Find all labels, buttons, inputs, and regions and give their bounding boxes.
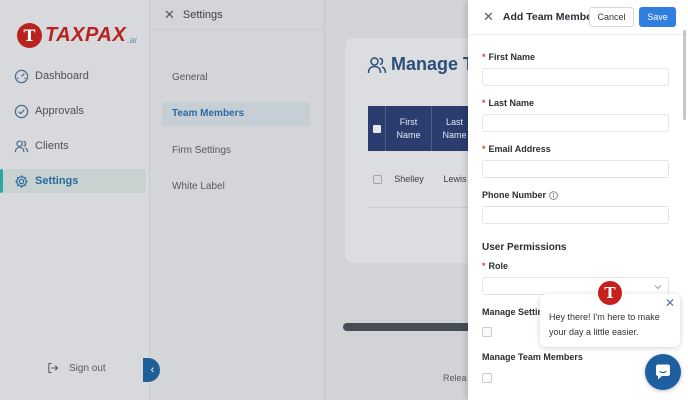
table-row[interactable]: Shelley Lewis xyxy=(368,151,468,208)
page-title-text: Manage T xyxy=(391,54,468,74)
table-cell: Lewis xyxy=(443,174,467,184)
close-icon[interactable]: ✕ xyxy=(164,7,175,23)
sidebar-item-dashboard[interactable]: Dashboard xyxy=(3,64,146,88)
select-all-checkbox[interactable] xyxy=(368,106,386,151)
required-mark: * xyxy=(482,52,486,62)
settings-item-general[interactable]: General xyxy=(162,65,310,89)
sign-out-label: Sign out xyxy=(69,362,106,374)
settings-item-white-label[interactable]: White Label xyxy=(162,175,310,199)
column-header[interactable]: First Name xyxy=(386,106,432,151)
first-name-input[interactable] xyxy=(482,68,669,86)
email-label: * Email Address xyxy=(482,144,551,154)
role-select[interactable] xyxy=(482,277,669,295)
sidebar-item-approvals[interactable]: Approvals xyxy=(3,99,146,123)
email-input[interactable] xyxy=(482,160,669,178)
manage-team-members-checkbox[interactable] xyxy=(482,373,492,383)
user-permissions-title: User Permissions xyxy=(482,242,567,253)
page-title: Manage T xyxy=(367,54,468,75)
phone-label: Phone Number xyxy=(482,190,558,200)
logo-text: TAXPAX xyxy=(45,24,127,46)
email-label-text: Email Address xyxy=(488,144,551,154)
row-checkbox[interactable] xyxy=(368,174,386,184)
manage-settings-label: Manage Settin xyxy=(482,307,544,317)
sidebar-item-clients[interactable]: Clients xyxy=(3,134,146,158)
chat-icon xyxy=(656,364,670,380)
settings-header: ✕ Settings xyxy=(150,0,324,30)
users-icon xyxy=(367,56,387,73)
check-circle-icon xyxy=(14,104,29,118)
main-content: Manage T First Name Last Name Shelley Le… xyxy=(325,0,468,400)
required-mark: * xyxy=(482,98,486,108)
close-icon[interactable]: ✕ xyxy=(665,296,675,311)
chat-avatar: T xyxy=(596,279,624,307)
last-name-input[interactable] xyxy=(482,114,669,132)
cancel-button[interactable]: Cancel xyxy=(589,7,634,27)
settings-item-firm-settings[interactable]: Firm Settings xyxy=(162,138,310,162)
dashboard-icon xyxy=(14,69,29,83)
chat-launcher-button[interactable] xyxy=(645,354,681,390)
first-name-label: * First Name xyxy=(482,52,535,62)
role-label-text: Role xyxy=(488,261,509,271)
gear-icon xyxy=(15,174,28,188)
phone-input[interactable] xyxy=(482,206,669,224)
sidebar-item-label: Approvals xyxy=(35,105,84,117)
table-cell: Shelley xyxy=(394,174,424,184)
save-button[interactable]: Save xyxy=(639,7,676,27)
column-header[interactable]: Last Name xyxy=(432,106,468,151)
last-name-label-text: Last Name xyxy=(488,98,535,108)
sidebar-item-settings[interactable]: Settings xyxy=(0,169,146,193)
sidebar-item-label: Settings xyxy=(35,175,79,187)
role-label: * Role xyxy=(482,261,508,271)
drawer-title: Add Team Member xyxy=(502,11,597,23)
manage-settings-checkbox[interactable] xyxy=(482,327,492,337)
chevron-down-icon xyxy=(654,285,662,290)
logo-badge: T xyxy=(17,23,42,48)
team-members-card: Manage T First Name Last Name Shelley Le… xyxy=(345,38,468,263)
info-icon[interactable] xyxy=(549,190,558,200)
settings-title: Settings xyxy=(182,8,223,21)
sign-out-icon xyxy=(48,362,59,374)
sidebar-item-label: Dashboard xyxy=(35,70,89,82)
first-name-label-text: First Name xyxy=(488,52,536,62)
horizontal-scrollbar[interactable] xyxy=(343,323,468,331)
logo-suffix: .ai xyxy=(127,34,137,45)
team-table: First Name Last Name Shelley Lewis xyxy=(368,106,468,208)
sign-out-button[interactable]: Sign out xyxy=(47,362,106,374)
required-mark: * xyxy=(482,144,486,154)
settings-item-team-members[interactable]: Team Members xyxy=(162,101,310,126)
taxpax-logo[interactable]: T TAXPAX .ai xyxy=(17,23,137,48)
release-text: Relea xyxy=(443,373,467,383)
required-mark: * xyxy=(482,261,486,271)
drawer-header: ✕ Add Team Member Cancel Save xyxy=(468,0,688,35)
table-header: First Name Last Name xyxy=(368,106,468,151)
settings-menu: General Team Members Firm Settings White… xyxy=(162,65,310,211)
drawer-scrollbar[interactable] xyxy=(683,30,686,120)
sidebar: T TAXPAX .ai Dashboard Approvals Clients xyxy=(0,0,150,400)
settings-panel: ✕ Settings General Team Members Firm Set… xyxy=(150,0,325,400)
users-icon xyxy=(14,139,29,152)
last-name-label: * Last Name xyxy=(482,98,534,108)
close-icon[interactable]: ✕ xyxy=(483,9,494,25)
chat-message-text: Hey there! I'm here to make your day a l… xyxy=(549,312,660,337)
phone-label-text: Phone Number xyxy=(482,190,547,200)
manage-team-members-label: Manage Team Members xyxy=(482,352,583,362)
sidebar-item-label: Clients xyxy=(35,140,69,152)
sidebar-nav: Dashboard Approvals Clients Settings xyxy=(0,64,146,204)
